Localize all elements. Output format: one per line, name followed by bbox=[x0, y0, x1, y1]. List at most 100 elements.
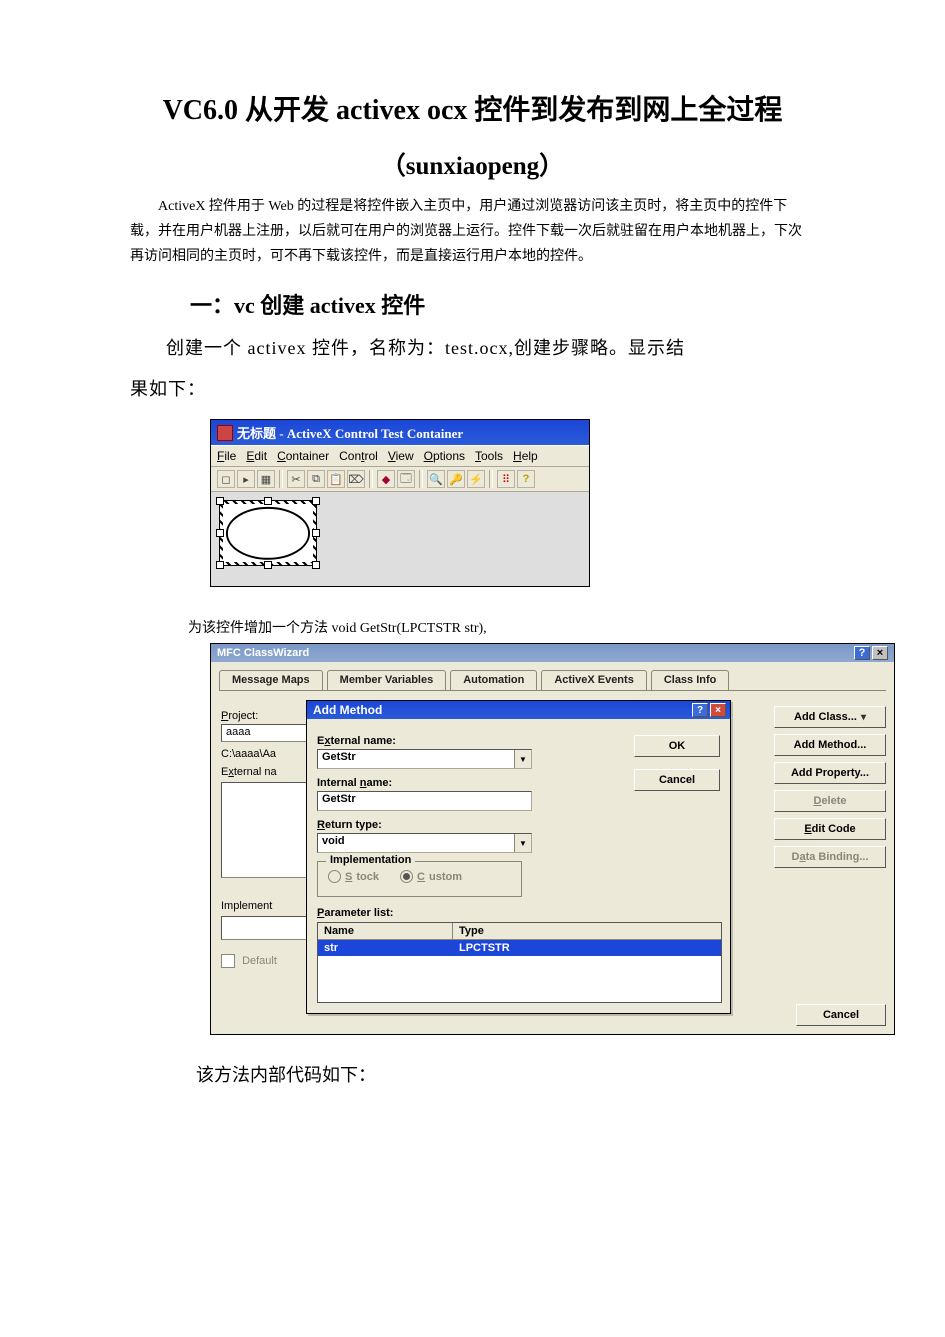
tab-automation[interactable]: Automation bbox=[450, 670, 537, 690]
implementation-label-cut: Implement bbox=[221, 900, 309, 912]
default-checkbox[interactable] bbox=[221, 954, 235, 968]
tab-message-maps[interactable]: Message Maps bbox=[219, 670, 323, 690]
toolbar-find-icon[interactable]: 🔍 bbox=[427, 470, 445, 488]
toolbar-delete-icon[interactable]: ⌦ bbox=[347, 470, 365, 488]
toolbar-separator bbox=[369, 470, 373, 488]
section-1-heading: 一：vc 创建 activex 控件 bbox=[190, 288, 815, 320]
toolbar-props-icon[interactable]: 🗔 bbox=[397, 470, 415, 488]
close-icon[interactable]: × bbox=[872, 646, 888, 660]
wizard-cancel-button[interactable]: Cancel bbox=[796, 1004, 886, 1026]
toolbar-diamond-icon[interactable]: ◆ bbox=[377, 470, 395, 488]
body-line-1: 创建一个 activex 控件，名称为：test.ocx,创建步骤略。显示结 bbox=[130, 330, 815, 368]
intro-paragraph: ActiveX 控件用于 Web 的过程是将控件嵌入主页中，用户通过浏览器访问该… bbox=[130, 194, 815, 270]
resize-handle[interactable] bbox=[264, 561, 272, 569]
parameter-table[interactable]: Name Type str LPCTSTR bbox=[317, 922, 722, 1003]
external-name-combo[interactable]: GetStr ▼ bbox=[317, 749, 532, 769]
chevron-down-icon[interactable]: ▼ bbox=[514, 834, 531, 852]
cancel-button[interactable]: Cancel bbox=[634, 769, 720, 791]
chevron-down-icon[interactable]: ▼ bbox=[514, 750, 531, 768]
toolbar-separator bbox=[279, 470, 283, 488]
default-label: Default bbox=[242, 955, 277, 967]
resize-handle[interactable] bbox=[216, 529, 224, 537]
window-title: 无标题 - ActiveX Control Test Container bbox=[237, 423, 463, 442]
window-titlebar[interactable]: 无标题 - ActiveX Control Test Container bbox=[211, 420, 589, 445]
toolbar-new-icon[interactable]: ◻ bbox=[217, 470, 235, 488]
menu-help[interactable]: Help bbox=[513, 449, 538, 463]
toolbar: ◻ ▸ ▦ ✂ ⧉ 📋 ⌦ ◆ 🗔 🔍 🔑 ⚡ ⠿ ? bbox=[211, 466, 589, 492]
external-names-list[interactable] bbox=[221, 782, 309, 878]
toolbar-open-icon[interactable]: ▸ bbox=[237, 470, 255, 488]
resize-handle[interactable] bbox=[264, 497, 272, 505]
stock-radio[interactable]: Stock bbox=[328, 870, 379, 883]
menu-edit[interactable]: Edit bbox=[246, 449, 267, 463]
page-subtitle: （sunxiaopeng） bbox=[130, 146, 815, 182]
return-type-label: Return type: bbox=[317, 819, 542, 831]
menu-control[interactable]: Control bbox=[339, 449, 378, 463]
toolbar-cut-icon[interactable]: ✂ bbox=[287, 470, 305, 488]
classwizard-window: MFC ClassWizard ? × Message Maps Member … bbox=[210, 643, 895, 1035]
path-label: C:\aaaa\Aa bbox=[221, 748, 309, 760]
parameter-empty-area[interactable] bbox=[318, 956, 721, 1002]
app-icon bbox=[217, 425, 233, 441]
dialog-close-icon[interactable]: × bbox=[710, 703, 726, 717]
caption-method-code: 该方法内部代码如下： bbox=[160, 1061, 815, 1087]
toolbar-separator bbox=[419, 470, 423, 488]
resize-handle[interactable] bbox=[312, 497, 320, 505]
delete-button[interactable]: Delete bbox=[774, 790, 886, 812]
add-property-button[interactable]: Add Property... bbox=[774, 762, 886, 784]
ok-button[interactable]: OK bbox=[634, 735, 720, 757]
implementation-field[interactable] bbox=[221, 916, 309, 940]
add-method-button[interactable]: Add Method... bbox=[774, 734, 886, 756]
classwizard-title-text: MFC ClassWizard bbox=[217, 647, 309, 659]
toolbar-paste-icon[interactable]: 📋 bbox=[327, 470, 345, 488]
menu-options[interactable]: Options bbox=[424, 449, 465, 463]
resize-handle[interactable] bbox=[216, 497, 224, 505]
internal-name-field[interactable]: GetStr bbox=[317, 791, 532, 811]
param-type-cell: LPCTSTR bbox=[453, 940, 721, 956]
toolbar-separator bbox=[489, 470, 493, 488]
menubar[interactable]: File Edit Container Control View Options… bbox=[211, 445, 589, 466]
edit-code-button[interactable]: Edit Code bbox=[774, 818, 886, 840]
tab-activex-events[interactable]: ActiveX Events bbox=[541, 670, 646, 690]
ellipse-icon bbox=[223, 504, 313, 563]
menu-container[interactable]: Container bbox=[277, 449, 329, 463]
canvas-area[interactable] bbox=[211, 492, 589, 586]
add-method-dialog: Add Method ? × External name: GetStr ▼ bbox=[306, 700, 731, 1014]
column-type[interactable]: Type bbox=[453, 923, 721, 939]
toolbar-bolt-icon[interactable]: ⚡ bbox=[467, 470, 485, 488]
control-selection[interactable] bbox=[219, 500, 317, 566]
menu-tools[interactable]: Tools bbox=[475, 449, 503, 463]
resize-handle[interactable] bbox=[312, 561, 320, 569]
dialog-title: Add Method bbox=[313, 703, 382, 717]
implementation-group: Implementation Stock Custom bbox=[317, 861, 522, 897]
test-container-window: 无标题 - ActiveX Control Test Container Fil… bbox=[210, 419, 590, 587]
data-binding-button[interactable]: Data Binding... bbox=[774, 846, 886, 868]
dialog-titlebar[interactable]: Add Method ? × bbox=[307, 701, 730, 719]
toolbar-help-icon[interactable]: ? bbox=[517, 470, 535, 488]
resize-handle[interactable] bbox=[312, 529, 320, 537]
dialog-help-icon[interactable]: ? bbox=[692, 703, 708, 717]
column-name[interactable]: Name bbox=[318, 923, 453, 939]
external-name-label: External name: bbox=[317, 735, 542, 747]
toolbar-key-icon[interactable]: 🔑 bbox=[447, 470, 465, 488]
menu-file[interactable]: File bbox=[217, 449, 236, 463]
toolbar-copy-icon[interactable]: ⧉ bbox=[307, 470, 325, 488]
parameter-row[interactable]: str LPCTSTR bbox=[318, 940, 721, 956]
internal-name-label: Internal name: bbox=[317, 777, 542, 789]
classwizard-titlebar[interactable]: MFC ClassWizard ? × bbox=[211, 644, 894, 662]
project-field[interactable]: aaaa bbox=[221, 724, 309, 742]
toolbar-grid-icon[interactable]: ⠿ bbox=[497, 470, 515, 488]
external-name-label-cut: External na bbox=[221, 766, 309, 778]
tab-class-info[interactable]: Class Info bbox=[651, 670, 730, 690]
tab-strip: Message Maps Member Variables Automation… bbox=[219, 670, 886, 691]
custom-radio[interactable]: Custom bbox=[400, 870, 462, 883]
return-type-combo[interactable]: void ▼ bbox=[317, 833, 532, 853]
page-title: VC6.0 从开发 activex ocx 控件到发布到网上全过程 bbox=[130, 90, 815, 132]
menu-view[interactable]: View bbox=[388, 449, 414, 463]
resize-handle[interactable] bbox=[216, 561, 224, 569]
add-class-button[interactable]: Add Class... bbox=[774, 706, 886, 728]
figure-test-container: 无标题 - ActiveX Control Test Container Fil… bbox=[210, 419, 590, 587]
tab-member-variables[interactable]: Member Variables bbox=[327, 670, 447, 690]
toolbar-save-icon[interactable]: ▦ bbox=[257, 470, 275, 488]
help-icon[interactable]: ? bbox=[854, 646, 870, 660]
